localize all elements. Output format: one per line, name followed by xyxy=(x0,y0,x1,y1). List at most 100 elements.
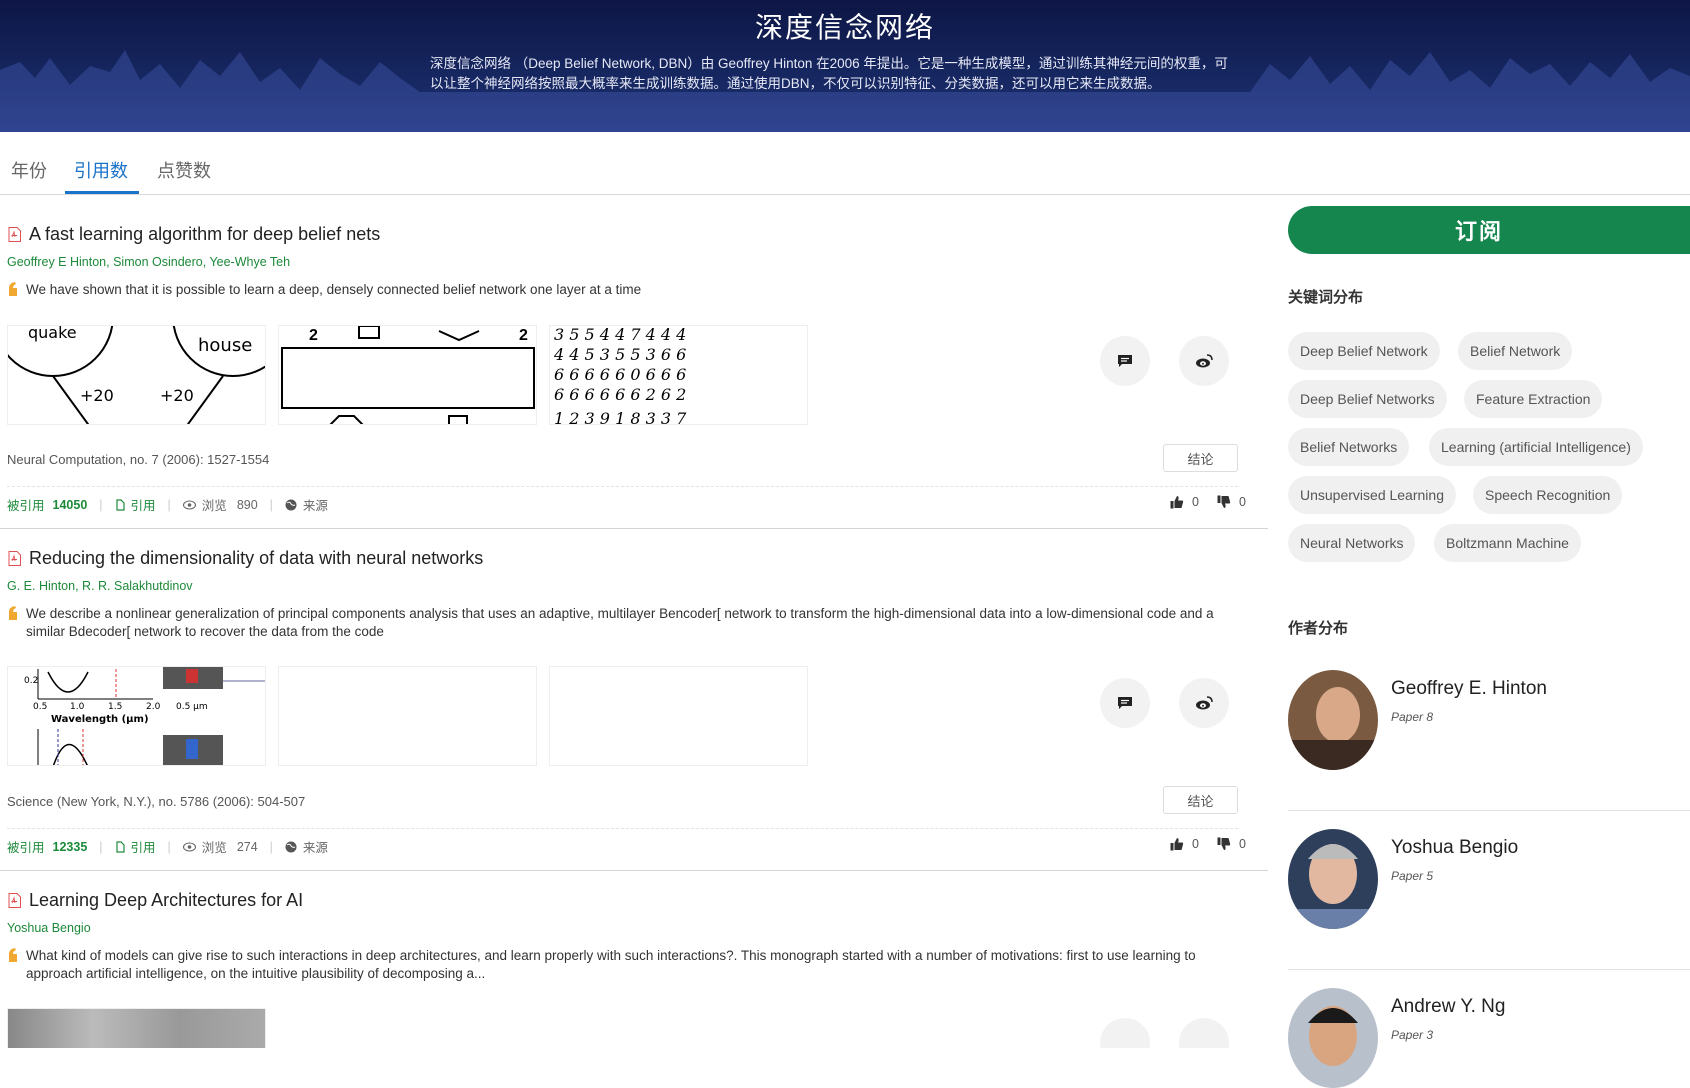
figure-thumbnail[interactable]: 3 5 5 4 4 7 4 4 4 4 4 5 3 5 5 3 6 6 6 6 … xyxy=(549,325,808,425)
keyword-tag[interactable]: Boltzmann Machine xyxy=(1434,524,1581,562)
thumbs-up-icon[interactable] xyxy=(1170,495,1184,509)
globe-icon xyxy=(285,841,297,853)
like-count: 0 xyxy=(1192,495,1199,509)
weibo-share-button[interactable] xyxy=(1179,1018,1229,1048)
author-link[interactable]: R. R. Salakhutdinov xyxy=(82,579,192,593)
thumbs-down-icon[interactable] xyxy=(1217,837,1231,851)
author-name[interactable]: Geoffrey E. Hinton xyxy=(1391,678,1547,700)
figure-label: 0.5 xyxy=(33,702,47,712)
keyword-tag[interactable]: Deep Belief Network xyxy=(1288,332,1440,370)
author-link[interactable]: Yoshua Bengio xyxy=(7,921,91,935)
cite-icon xyxy=(115,840,125,853)
vote-controls: 0 0 xyxy=(1170,495,1264,509)
active-tab-indicator xyxy=(65,191,139,194)
tab-citations[interactable]: 引用数 xyxy=(74,157,128,183)
globe-icon xyxy=(285,499,297,511)
figure-thumbnail[interactable]: 0.2 0.5 1.0 1.5 2.0 Wavelength (μm) 0.5 … xyxy=(7,666,266,766)
author-paper-count: Paper 3 xyxy=(1391,1028,1434,1042)
dislike-count: 0 xyxy=(1238,495,1246,509)
paper-title[interactable]: Reducing the dimensionality of data with… xyxy=(29,548,483,569)
comment-button[interactable] xyxy=(1100,336,1150,386)
keyword-tag[interactable]: Belief Networks xyxy=(1288,428,1410,466)
keyword-tag[interactable]: Neural Networks xyxy=(1288,524,1416,562)
conclusion-button[interactable]: 结论 xyxy=(1163,786,1238,814)
avatar[interactable] xyxy=(1288,670,1378,770)
figure-thumbnail[interactable] xyxy=(7,1008,266,1048)
conclusion-button[interactable]: 结论 xyxy=(1163,444,1238,472)
paper-venue: Science (New York, N.Y.), no. 5786 (2006… xyxy=(7,794,306,809)
cite-button[interactable]: 引用 xyxy=(131,495,156,514)
weibo-share-button[interactable] xyxy=(1179,336,1229,386)
paper-title-row: Learning Deep Architectures for AI xyxy=(8,890,303,911)
figure-thumbnail[interactable]: quake house +20 +20 xyxy=(7,325,266,425)
cite-icon xyxy=(115,498,125,511)
weibo-icon xyxy=(1196,354,1213,368)
keyword-tag[interactable]: Belief Network xyxy=(1458,332,1573,370)
keywords-heading: 关键词分布 xyxy=(1288,289,1364,306)
paper-title[interactable]: A fast learning algorithm for deep belie… xyxy=(29,224,380,245)
paper-venue: Neural Computation, no. 7 (2006): 1527-1… xyxy=(7,452,270,467)
topic-banner: 深度信念网络 深度信念网络 （Deep Belief Network, DBN）… xyxy=(0,0,1690,132)
divider xyxy=(1288,969,1690,970)
thumbs-up-icon[interactable] xyxy=(1170,837,1184,851)
author-link[interactable]: Simon Osindero xyxy=(113,255,203,269)
cited-count[interactable]: 12335 xyxy=(53,840,88,854)
avatar[interactable] xyxy=(1288,988,1378,1088)
like-count: 0 xyxy=(1192,837,1199,851)
comment-button[interactable] xyxy=(1100,1018,1150,1048)
subscribe-button[interactable]: 订阅 xyxy=(1288,206,1690,254)
thumbs-down-icon[interactable] xyxy=(1217,495,1231,509)
cite-button[interactable]: 引用 xyxy=(131,837,156,856)
keyword-tag[interactable]: Feature Extraction xyxy=(1464,380,1603,418)
quote-icon xyxy=(9,282,17,296)
author-link[interactable]: Yee-Whye Teh xyxy=(209,255,290,269)
paper-title[interactable]: Learning Deep Architectures for AI xyxy=(29,890,303,911)
avatar[interactable] xyxy=(1288,829,1378,929)
divider xyxy=(7,486,1238,487)
author-paper-count: Paper 8 xyxy=(1391,710,1434,724)
paper-stats: 被引用 14050 | 引用 | 浏览 890 | 来源 xyxy=(7,495,328,514)
views-label: 浏览 xyxy=(201,499,227,513)
paper-authors: Yoshua Bengio xyxy=(7,921,91,935)
keyword-tag[interactable]: Learning (artificial Intelligence) xyxy=(1429,428,1643,466)
vote-controls: 0 0 xyxy=(1170,837,1264,851)
paper-title-row: Reducing the dimensionality of data with… xyxy=(8,548,483,569)
authors-heading: 作者分布 xyxy=(1288,620,1349,637)
keyword-tag[interactable]: Deep Belief Networks xyxy=(1288,380,1447,418)
divider xyxy=(1288,810,1690,811)
paper-figures xyxy=(7,1008,266,1048)
paper-abstract: What kind of models can give rise to suc… xyxy=(7,947,1227,983)
paper-item: Reducing the dimensionality of data with… xyxy=(0,548,1268,868)
divider xyxy=(7,828,1238,829)
keyword-tag[interactable]: Speech Recognition xyxy=(1473,476,1623,514)
paper-figures: quake house +20 +20 2 2 3 5 5 4 4 7 4 4 … xyxy=(7,325,808,425)
comment-icon xyxy=(1118,355,1132,367)
comment-button[interactable] xyxy=(1100,678,1150,728)
figure-thumbnail[interactable] xyxy=(549,666,808,766)
source-link[interactable]: 来源 xyxy=(303,837,328,856)
pdf-icon[interactable] xyxy=(8,893,21,908)
author-paper-count: Paper 5 xyxy=(1391,869,1434,883)
author-link[interactable]: G. E. Hinton xyxy=(7,579,75,593)
tab-likes[interactable]: 点赞数 xyxy=(157,157,211,183)
source-link[interactable]: 来源 xyxy=(303,495,328,514)
pdf-icon[interactable] xyxy=(8,551,21,566)
paper-item: A fast learning algorithm for deep belie… xyxy=(0,224,1268,524)
figure-thumbnail[interactable] xyxy=(278,666,537,766)
svg-text:1 2 3 9 1 8 3 3 7: 1 2 3 9 1 8 3 3 7 xyxy=(554,409,687,425)
author-name[interactable]: Yoshua Bengio xyxy=(1391,837,1518,859)
keyword-tag[interactable]: Unsupervised Learning xyxy=(1288,476,1456,514)
topic-title: 深度信念网络 xyxy=(754,12,935,43)
author-name[interactable]: Andrew Y. Ng xyxy=(1391,996,1505,1018)
author-link[interactable]: Geoffrey E Hinton xyxy=(7,255,106,269)
weibo-share-button[interactable] xyxy=(1179,678,1229,728)
paper-list: A fast learning algorithm for deep belie… xyxy=(0,196,1268,1048)
figure-thumbnail[interactable]: 2 2 xyxy=(278,325,537,425)
figure-label: quake xyxy=(28,326,77,342)
figure-label: Wavelength (μm) xyxy=(51,714,149,725)
pdf-icon[interactable] xyxy=(8,227,21,242)
svg-text:2: 2 xyxy=(519,327,528,344)
cited-count[interactable]: 14050 xyxy=(53,498,88,512)
dislike-count: 0 xyxy=(1238,837,1246,851)
tab-year[interactable]: 年份 xyxy=(11,157,47,183)
